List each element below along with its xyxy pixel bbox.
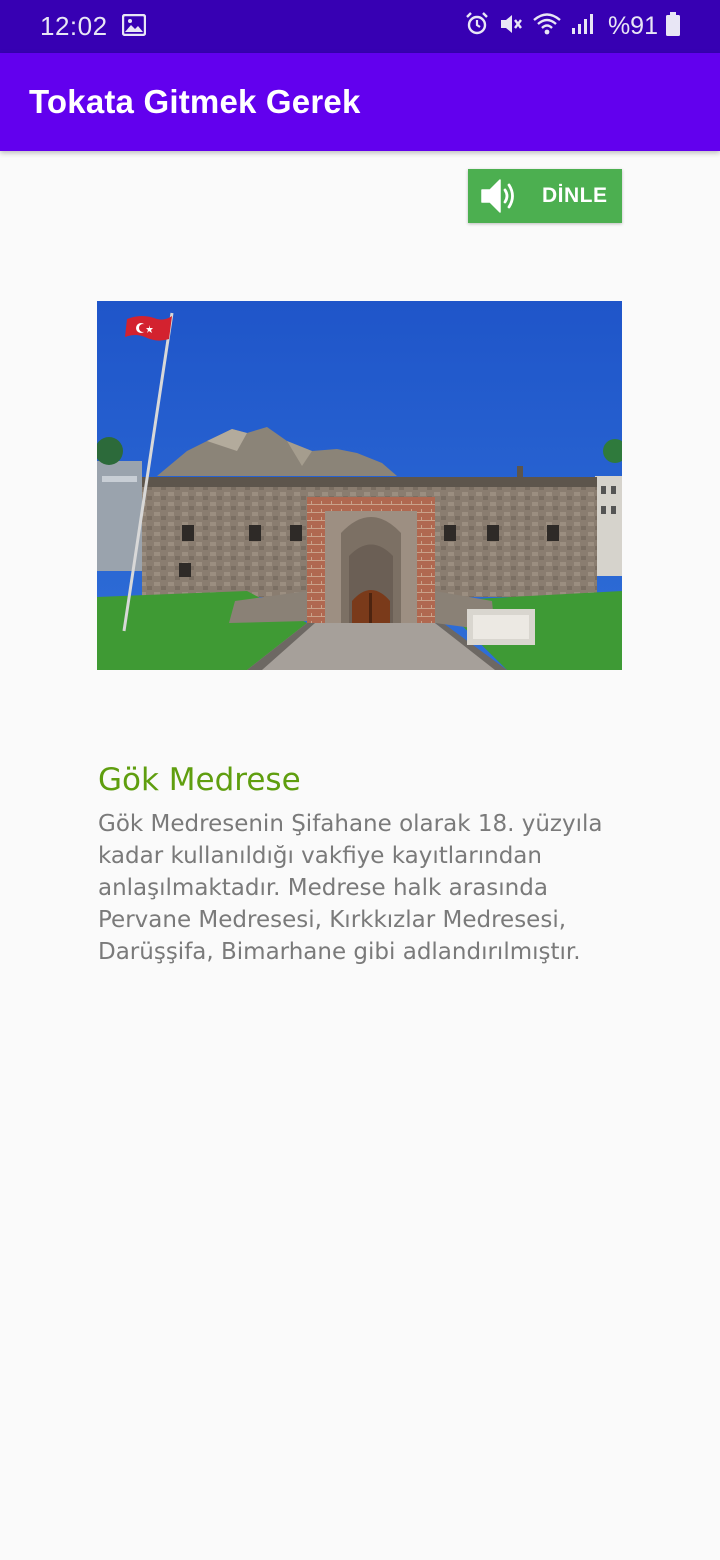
listen-button-label: DİNLE	[542, 184, 608, 207]
battery-icon	[666, 12, 680, 41]
place-photo	[97, 301, 622, 670]
listen-button[interactable]: DİNLE	[468, 169, 622, 223]
status-bar: 12:02 %91	[0, 0, 720, 53]
image-notification-icon	[121, 13, 146, 40]
status-left: 12:02	[40, 11, 146, 42]
speaker-icon	[468, 169, 528, 223]
status-right: %91	[464, 11, 680, 42]
place-description: Gök Medresenin Şifahane olarak 18. yüzyı…	[98, 811, 603, 965]
status-time: 12:02	[40, 11, 108, 41]
app-bar: Tokata Gitmek Gerek	[0, 53, 720, 151]
place-title: Gök Medrese	[98, 762, 301, 798]
app-title: Tokata Gitmek Gerek	[29, 83, 361, 120]
wifi-icon	[532, 11, 562, 42]
signal-icon	[570, 12, 594, 41]
alarm-icon	[464, 11, 490, 42]
battery-percentage: %91	[607, 12, 658, 40]
mute-icon	[498, 11, 524, 42]
